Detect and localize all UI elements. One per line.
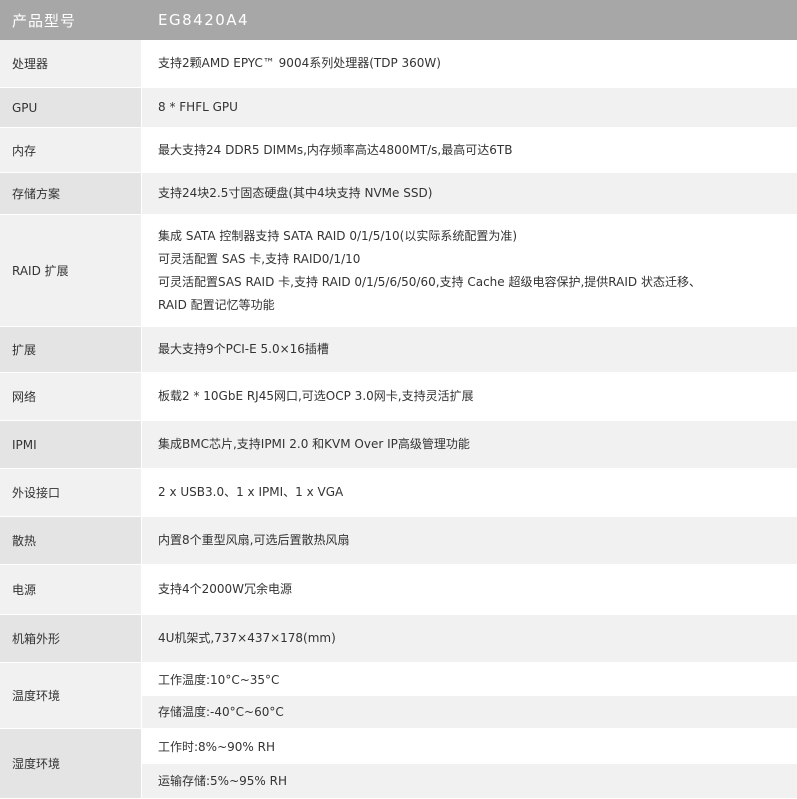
row-raid: RAID 扩展 集成 SATA 控制器支持 SATA RAID 0/1/5/10… — [0, 215, 797, 327]
row-expansion: 扩展 最大支持9个PCI-E 5.0×16插槽 — [0, 327, 797, 373]
row-value: 板载2 * 10GbE RJ45网口,可选OCP 3.0网卡,支持灵活扩展 — [158, 389, 474, 403]
row-value: 支持24块2.5寸固态硬盘(其中4块支持 NVMe SSD) — [158, 186, 433, 200]
row-storage: 存储方案 支持24块2.5寸固态硬盘(其中4块支持 NVMe SSD) — [0, 173, 797, 215]
row-value: 8 * FHFL GPU — [158, 100, 238, 114]
row-label: 处理器 — [0, 40, 142, 87]
row-label: IPMI — [0, 421, 142, 468]
row-value-line: 集成 SATA 控制器支持 SATA RAID 0/1/5/10(以实际系统配置… — [158, 228, 518, 243]
row-sub-value: 工作时:8%~90% RH — [142, 729, 797, 764]
row-value-line: RAID 配置记忆等功能 — [158, 297, 275, 312]
row-sub-value: 运输存储:5%~95% RH — [142, 763, 797, 798]
row-sub-value: 存储温度:-40°C~60°C — [142, 695, 797, 728]
row-humidity: 湿度环境 工作时:8%~90% RH 运输存储:5%~95% RH — [0, 729, 797, 799]
row-value: 最大支持9个PCI-E 5.0×16插槽 — [158, 342, 329, 356]
row-label: 网络 — [0, 373, 142, 420]
row-power: 电源 支持4个2000W冗余电源 — [0, 565, 797, 615]
row-value: 集成BMC芯片,支持IPMI 2.0 和KVM Over IP高级管理功能 — [158, 437, 470, 451]
row-gpu: GPU 8 * FHFL GPU — [0, 88, 797, 128]
row-memory: 内存 最大支持24 DDR5 DIMMs,内存频率高达4800MT/s,最高可达… — [0, 128, 797, 173]
row-sub-value: 工作温度:10°C~35°C — [142, 663, 797, 696]
header-label: 产品型号 — [12, 11, 77, 30]
row-value: 4U机架式,737×437×178(mm) — [158, 631, 336, 645]
row-processor: 处理器 支持2颗AMD EPYC™ 9004系列处理器(TDP 360W) — [0, 40, 797, 88]
row-label: 外设接口 — [0, 469, 142, 516]
row-label: 内存 — [0, 128, 142, 172]
row-temperature: 温度环境 工作温度:10°C~35°C 存储温度:-40°C~60°C — [0, 663, 797, 729]
row-label: 电源 — [0, 565, 142, 614]
row-label: 存储方案 — [0, 173, 142, 214]
row-value: 最大支持24 DDR5 DIMMs,内存频率高达4800MT/s,最高可达6TB — [158, 142, 513, 157]
row-value: 2 x USB3.0、1 x IPMI、1 x VGA — [158, 485, 344, 499]
header-model: EG8420A4 — [158, 11, 250, 29]
table-header: 产品型号 EG8420A4 — [0, 0, 797, 40]
row-network: 网络 板载2 * 10GbE RJ45网口,可选OCP 3.0网卡,支持灵活扩展 — [0, 373, 797, 421]
row-cooling: 散热 内置8个重型风扇,可选后置散热风扇 — [0, 517, 797, 565]
spec-table: 产品型号 EG8420A4 处理器 支持2颗AMD EPYC™ 9004系列处理… — [0, 0, 797, 799]
row-label: GPU — [0, 88, 142, 127]
row-label: 机箱外形 — [0, 615, 142, 662]
row-value-line: 可灵活配置 SAS 卡,支持 RAID0/1/10 — [158, 251, 361, 266]
row-value: 内置8个重型风扇,可选后置散热风扇 — [158, 533, 350, 547]
row-io-ports: 外设接口 2 x USB3.0、1 x IPMI、1 x VGA — [0, 469, 797, 517]
row-value: 支持4个2000W冗余电源 — [158, 582, 293, 596]
row-label: RAID 扩展 — [0, 215, 142, 326]
row-label: 扩展 — [0, 327, 142, 372]
row-chassis: 机箱外形 4U机架式,737×437×178(mm) — [0, 615, 797, 663]
row-value-line: 可灵活配置SAS RAID 卡,支持 RAID 0/1/5/6/50/60,支持… — [158, 274, 701, 289]
row-label: 湿度环境 — [0, 729, 142, 798]
row-label: 温度环境 — [0, 663, 142, 728]
row-ipmi: IPMI 集成BMC芯片,支持IPMI 2.0 和KVM Over IP高级管理… — [0, 421, 797, 469]
row-label: 散热 — [0, 517, 142, 564]
row-value: 支持2颗AMD EPYC™ 9004系列处理器(TDP 360W) — [158, 56, 441, 70]
